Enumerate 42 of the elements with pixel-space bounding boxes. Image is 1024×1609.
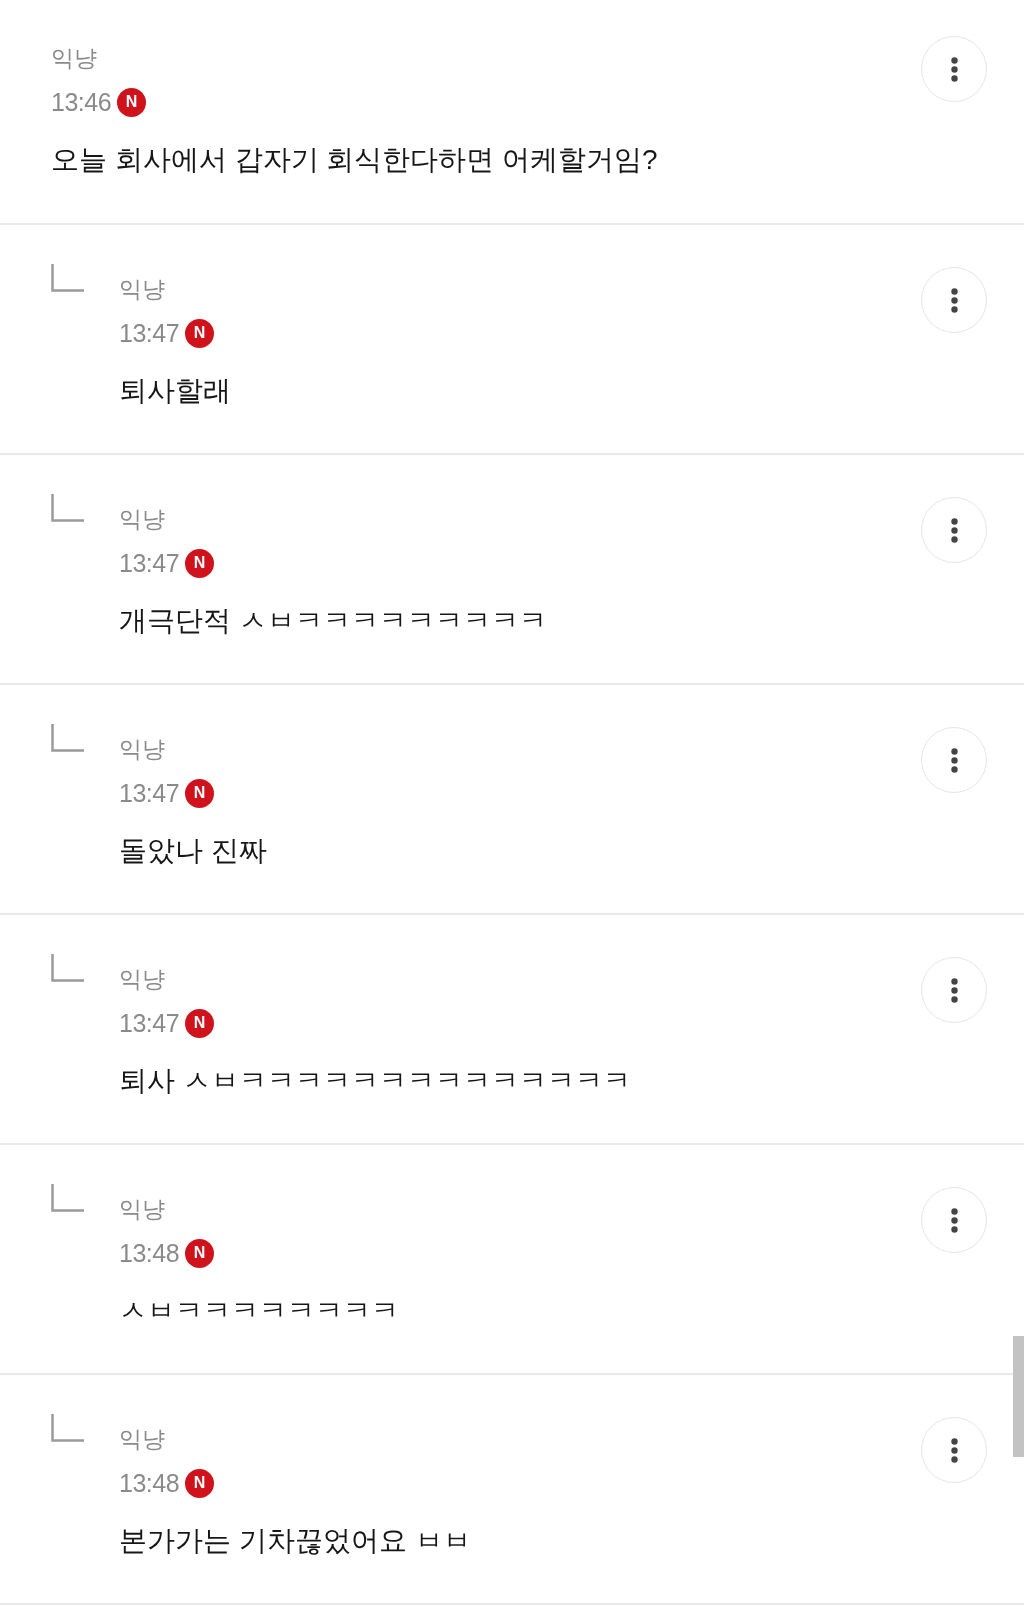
author-name: 익냥 bbox=[119, 965, 165, 994]
more-vertical-icon bbox=[950, 977, 958, 1003]
reply-corner-icon bbox=[51, 1414, 84, 1442]
comment-time: 13:46 bbox=[51, 87, 112, 118]
more-vertical-icon bbox=[950, 56, 958, 82]
new-badge: N bbox=[185, 1238, 215, 1268]
new-badge: N bbox=[185, 778, 215, 808]
new-badge: N bbox=[117, 87, 147, 117]
reply-corner-icon bbox=[51, 264, 84, 292]
comment-text: 오늘 회사에서 갑자기 회식한다하면 어케할거임? bbox=[51, 143, 658, 177]
author-name: 익냥 bbox=[51, 44, 97, 73]
new-badge: N bbox=[185, 548, 215, 578]
new-badge: N bbox=[185, 1468, 215, 1498]
author-name: 익냥 bbox=[119, 275, 165, 304]
comment-text: 퇴사 ㅅㅂㅋㅋㅋㅋㅋㅋㅋㅋㅋㅋㅋㅋㅋㅋ bbox=[119, 1064, 631, 1098]
author-name: 익냥 bbox=[119, 735, 165, 764]
comment-text: 돌았나 진짜 bbox=[119, 834, 267, 868]
more-vertical-icon bbox=[950, 1437, 958, 1463]
scrollbar-thumb[interactable] bbox=[1013, 1336, 1024, 1457]
reply-corner-icon bbox=[51, 724, 84, 752]
author-name: 익냥 bbox=[119, 1195, 165, 1224]
comment-text: 퇴사할래 bbox=[119, 374, 231, 408]
reply-corner-icon bbox=[51, 1184, 84, 1212]
reply-corner-icon bbox=[51, 494, 84, 522]
reply-corner-icon bbox=[51, 954, 84, 982]
more-vertical-icon bbox=[950, 287, 958, 313]
author-name: 익냥 bbox=[119, 505, 165, 534]
comment-time: 13:47 bbox=[119, 778, 180, 809]
comment-text: 본가가는 기차끊었어요 ㅂㅂ bbox=[119, 1524, 471, 1558]
more-vertical-icon bbox=[950, 1207, 958, 1233]
comment-time: 13:47 bbox=[119, 548, 180, 579]
new-badge: N bbox=[185, 318, 215, 348]
comment-text: 개극단적 ㅅㅂㅋㅋㅋㅋㅋㅋㅋㅋㅋ bbox=[119, 604, 547, 638]
comment-time: 13:48 bbox=[119, 1468, 180, 1499]
more-vertical-icon bbox=[950, 747, 958, 773]
comment-time: 13:47 bbox=[119, 1008, 180, 1039]
comment-text: ㅅㅂㅋㅋㅋㅋㅋㅋㅋㅋ bbox=[119, 1294, 399, 1328]
more-vertical-icon bbox=[950, 517, 958, 543]
new-badge: N bbox=[185, 1008, 215, 1038]
comment-time: 13:48 bbox=[119, 1238, 180, 1269]
comment-time: 13:47 bbox=[119, 318, 180, 349]
author-name: 익냥 bbox=[119, 1425, 165, 1454]
